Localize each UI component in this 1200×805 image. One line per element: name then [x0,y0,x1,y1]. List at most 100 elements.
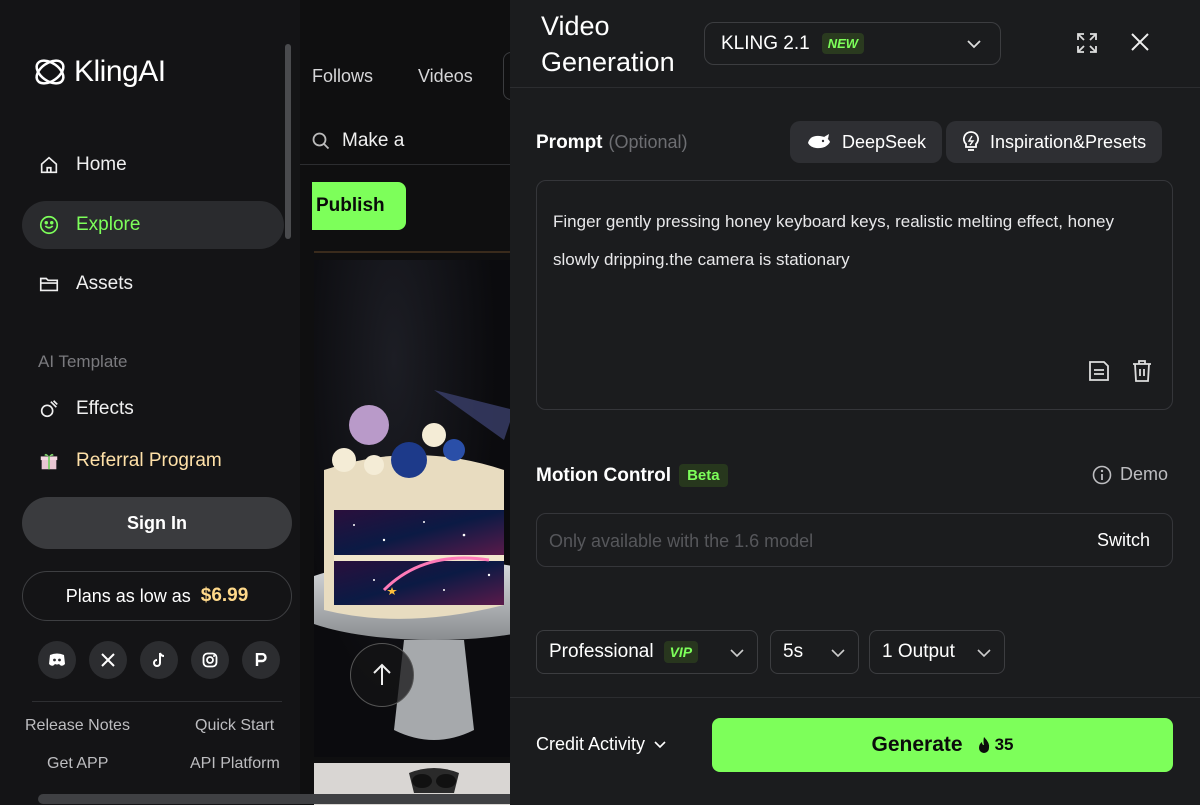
motion-control-field[interactable]: Only available with the 1.6 model Switch [536,513,1173,567]
nav-referral[interactable]: Referral Program [22,437,284,485]
sign-in-button[interactable]: Sign In [22,497,292,549]
chevron-down-icon [977,649,991,658]
x-icon[interactable] [89,641,127,679]
tiktok-icon[interactable] [140,641,178,679]
kling-logo-icon [35,59,65,85]
feed-image-cake[interactable] [314,260,514,757]
generate-cost-value: 35 [994,735,1014,754]
vip-badge: VIP [663,641,699,663]
scroll-to-top-button[interactable] [350,643,414,707]
plans-text: Plans as low as [65,585,191,606]
chevron-down-icon [654,740,666,748]
feed-search[interactable]: Make a [312,130,404,152]
social-links [38,641,280,679]
deepseek-button[interactable]: DeepSeek [790,121,943,163]
generate-button[interactable]: Generate 35 [712,718,1173,772]
generate-cost: 35 [977,735,1014,755]
search-underline [300,164,515,165]
beta-badge: Beta [679,464,728,487]
nav-home[interactable]: Home [22,141,284,189]
flame-icon [978,737,989,753]
feed-search-text: Make a [342,130,405,151]
credit-activity-dropdown[interactable]: Credit Activity [536,734,667,755]
nav-home-label: Home [76,154,127,175]
logo[interactable]: KlingAI [32,54,166,90]
chevron-down-icon [967,40,981,49]
demo-label: Demo [1120,464,1169,484]
p-icon[interactable] [242,641,280,679]
nav-referral-label: Referral Program [76,450,222,471]
new-badge: NEW [821,33,865,54]
model-select[interactable]: KLING 2.1 NEW [704,22,1001,65]
duration-value: 5s [783,641,804,662]
motion-label-text: Motion Control [536,465,672,486]
whale-icon [808,134,830,149]
gift-icon [40,453,58,470]
folder-icon [39,277,59,292]
nav-assets[interactable]: Assets [22,260,284,308]
plans-button[interactable]: Plans as low as $6.99 [22,571,292,621]
trash-icon[interactable] [1131,359,1153,383]
chevron-down-icon [831,649,845,658]
model-name: KLING 2.1 [721,32,810,54]
tab-videos[interactable]: Videos [418,66,473,87]
sidebar-scrollbar[interactable] [285,44,291,239]
lightbulb-icon [963,131,979,151]
effects-icon [40,400,58,418]
prompt-text: Finger gently pressing honey keyboard ke… [553,212,1114,269]
quick-start-link[interactable]: Quick Start [195,717,274,735]
explore-icon [39,215,59,235]
nav-effects-label: Effects [76,398,134,419]
inspiration-presets-button[interactable]: Inspiration&Presets [946,121,1163,163]
home-icon [40,156,58,174]
mode-value: Professional [549,641,654,662]
sidebar-divider [32,701,282,702]
get-app-link[interactable]: Get APP [47,755,108,773]
tab-follows[interactable]: Follows [312,66,373,87]
prompt-optional: (Optional) [608,132,688,152]
deepseek-label: DeepSeek [842,131,927,152]
publish-button[interactable]: Publish [312,182,406,230]
motion-control-label: Motion Control Beta [536,464,728,487]
close-icon[interactable] [1130,32,1150,52]
logo-text: KlingAI [74,55,166,88]
video-generation-panel: Video Generation KLING 2.1 NEW Prompt (Op… [510,0,1200,805]
nav-effects[interactable]: Effects [22,385,284,433]
feed-area: Follows Videos Make a Publish [300,0,515,805]
credit-activity-label: Credit Activity [536,734,646,754]
search-icon [312,132,330,150]
plans-price: $6.99 [200,585,249,606]
generate-label: Generate [871,733,963,756]
nav-explore-label: Explore [76,214,141,235]
expand-icon[interactable] [1076,32,1098,54]
mode-select[interactable]: Professional VIP [536,630,758,674]
prompt-label: Prompt (Optional) [536,132,688,154]
panel-footer-divider [510,697,1200,698]
output-count-value: 1 Output [882,641,955,662]
nav-explore[interactable]: Explore [22,201,284,249]
prompt-textarea[interactable]: Finger gently pressing honey keyboard ke… [536,180,1173,410]
switch-button[interactable]: Switch [1097,530,1150,551]
section-title-ai-template: AI Template [38,352,128,371]
release-notes-link[interactable]: Release Notes [25,717,130,735]
motion-placeholder: Only available with the 1.6 model [549,531,814,551]
info-icon [1092,465,1112,484]
api-platform-link[interactable]: API Platform [190,755,280,773]
nav-assets-label: Assets [76,273,134,294]
prompt-label-text: Prompt [536,132,603,153]
arrow-up-icon [373,663,391,685]
feed-divider [314,251,514,253]
demo-link[interactable]: Demo [1092,464,1168,485]
duration-select[interactable]: 5s [770,630,859,674]
panel-header: Video Generation KLING 2.1 NEW [510,0,1200,88]
output-count-select[interactable]: 1 Output [869,630,1005,674]
sidebar: KlingAI Home Explore Assets AI Template … [0,0,300,805]
discord-icon[interactable] [38,641,76,679]
app-root: KlingAI Home Explore Assets AI Template … [0,0,1200,805]
instagram-icon[interactable] [191,641,229,679]
chevron-down-icon [730,649,744,658]
cake-illustration [314,390,514,740]
panel-title: Video Generation [541,11,675,77]
presets-label: Inspiration&Presets [990,131,1147,152]
save-icon[interactable] [1087,359,1111,383]
